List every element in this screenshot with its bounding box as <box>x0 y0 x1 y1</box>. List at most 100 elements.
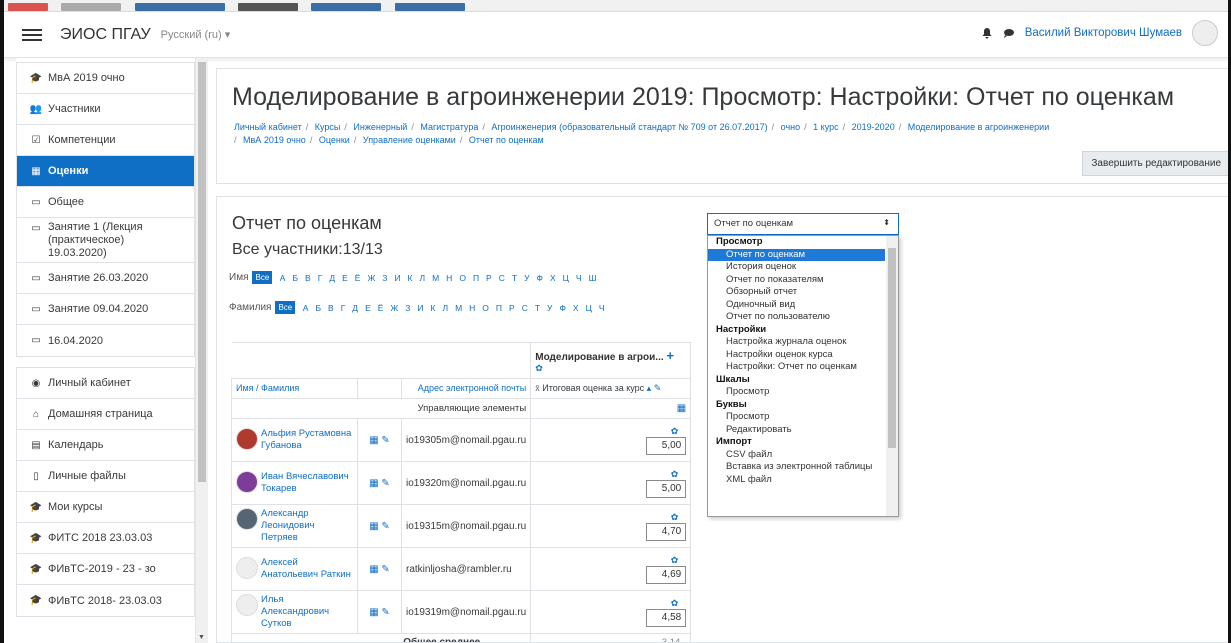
student-name-link[interactable]: Иван Вячеславович Токарев <box>236 471 353 495</box>
dropdown-option[interactable]: Обзорный отчет <box>708 286 885 299</box>
last-name-letter[interactable]: В <box>328 303 334 313</box>
sidebar-item-general[interactable]: ▭ Общее <box>17 187 194 218</box>
course-column-header[interactable]: Моделирование в агрои... <box>535 352 663 363</box>
sidebar-item-private-files[interactable]: ▯ Личные файлы <box>17 461 194 492</box>
bookmark-item[interactable] <box>134 3 225 11</box>
sidebar-item-home[interactable]: ⌂ Домашняя страница <box>17 399 194 430</box>
sidebar-item-my-courses[interactable]: 🎓 Мои курсы <box>17 492 194 523</box>
last-name-letter[interactable]: Ё <box>378 303 384 313</box>
bookmark-item[interactable] <box>61 3 122 11</box>
first-name-letter[interactable]: Е <box>342 273 348 283</box>
sidebar-item-course[interactable]: 🎓 МвА 2019 очно <box>17 63 194 94</box>
pencil-icon[interactable]: ✎ <box>381 607 389 618</box>
first-name-letter[interactable]: Ф <box>536 273 542 283</box>
language-selector[interactable]: Русский (ru) ▾ <box>161 28 231 41</box>
breadcrumb-item[interactable]: Инженерный <box>353 122 407 132</box>
sidebar-item-calendar[interactable]: ▤ Календарь <box>17 430 194 461</box>
student-name-link[interactable]: Алексей Анатольевич Раткин <box>236 557 353 581</box>
first-name-letter[interactable]: Б <box>292 273 298 283</box>
dropdown-option[interactable]: Вставка из электронной таблицы <box>708 461 885 474</box>
last-name-letter[interactable]: З <box>405 303 410 313</box>
last-name-letter[interactable]: Д <box>352 303 358 313</box>
last-name-letter[interactable]: С <box>522 303 528 313</box>
breadcrumb-item[interactable]: 1 курс <box>813 122 838 132</box>
filter-all-last[interactable]: Все <box>275 301 296 314</box>
grade-input[interactable]: 5,00 <box>646 479 687 498</box>
dropdown-option[interactable]: Настройки оценок курса <box>708 349 885 362</box>
first-name-letter[interactable]: У <box>524 273 529 283</box>
sidebar-item-competencies[interactable]: ☑ Компетенции <box>17 125 194 156</box>
dropdown-option[interactable]: Отчет по пользователю <box>708 311 885 324</box>
sidebar-item-dashboard[interactable]: ◉ Личный кабинет <box>17 368 194 399</box>
breadcrumb-item[interactable]: Магистратура <box>420 122 478 132</box>
report-navigation-select[interactable]: Отчет по оценкам ⬍ <box>707 213 899 235</box>
breadcrumb-item[interactable]: Управление оценками <box>363 135 456 145</box>
gear-icon[interactable]: ✿ <box>535 363 543 373</box>
last-name-letter[interactable]: У <box>547 303 552 313</box>
dropdown-option[interactable]: Отчет по оценкам <box>708 248 885 261</box>
dropdown-option[interactable]: CSV файл <box>708 449 885 462</box>
student-name-link[interactable]: Александр Леонидович Петряев <box>236 508 353 544</box>
sidebar-item-course-fivts-2019[interactable]: 🎓 ФИвТС-2019 - 23 - зо <box>17 554 194 585</box>
first-name-letter[interactable]: С <box>499 273 505 283</box>
last-name-letter[interactable]: Р <box>509 303 515 313</box>
chat-icon[interactable] <box>1003 27 1015 39</box>
first-name-letter[interactable]: О <box>459 273 466 283</box>
last-name-letter[interactable]: О <box>482 303 489 313</box>
sidebar-item-participants[interactable]: 👥 Участники <box>17 94 194 125</box>
breadcrumb-item[interactable]: Агроинженерия (образовательный стандарт … <box>491 122 767 132</box>
first-name-letter[interactable]: Р <box>486 273 492 283</box>
first-name-letter[interactable]: Г <box>318 273 323 283</box>
gear-icon[interactable]: ✿ <box>535 512 679 523</box>
last-name-letter[interactable]: Ч <box>599 303 605 313</box>
menu-toggle-icon[interactable] <box>22 28 42 41</box>
pencil-icon[interactable]: ✎ <box>381 478 389 489</box>
gear-icon[interactable]: ✿ <box>535 469 679 480</box>
dropdown-option[interactable]: Настройка журнала оценок <box>708 336 885 349</box>
last-name-letter[interactable]: Ф <box>559 303 565 313</box>
first-name-letter[interactable]: Д <box>329 273 335 283</box>
calculator-icon[interactable]: ▦ <box>677 403 686 414</box>
dropdown-option[interactable]: Редактировать <box>708 424 885 437</box>
breadcrumb-item[interactable]: очно <box>781 122 800 132</box>
first-name-letter[interactable]: М <box>432 273 439 283</box>
gear-icon[interactable]: ✿ <box>535 598 679 609</box>
first-name-letter[interactable]: К <box>408 273 413 283</box>
last-name-letter[interactable]: Х <box>573 303 579 313</box>
sidebar-item-16-04[interactable]: ▭ 16.04.2020 <box>17 325 194 356</box>
first-name-letter[interactable]: Ё <box>355 273 361 283</box>
dropdown-scrollbar[interactable] <box>886 236 898 516</box>
sidebar-item-course-fits[interactable]: 🎓 ФИТС 2018 23.03.03 <box>17 523 194 554</box>
grade-analysis-icon[interactable]: ▦ <box>369 564 378 575</box>
breadcrumb-item[interactable]: Курсы <box>315 122 341 132</box>
last-name-letter[interactable]: Т <box>535 303 540 313</box>
bookmark-item[interactable] <box>238 3 299 11</box>
sidebar-item-lesson-26-03[interactable]: ▭ Занятие 26.03.2020 <box>17 263 194 294</box>
grade-input[interactable]: 4,58 <box>646 608 687 627</box>
bookmark-item[interactable] <box>311 3 382 11</box>
grade-input[interactable]: 4,70 <box>646 522 687 541</box>
first-name-letter[interactable]: И <box>394 273 400 283</box>
scrollbar-thumb[interactable] <box>198 62 206 482</box>
first-name-letter[interactable]: Ц <box>563 273 569 283</box>
sidebar-item-course-fivts-2018[interactable]: 🎓 ФИвТС 2018- 23.03.03 <box>17 585 194 616</box>
dropdown-option[interactable]: Просмотр <box>708 386 885 399</box>
breadcrumb-item[interactable]: Отчет по оценкам <box>469 135 544 145</box>
user-avatar[interactable] <box>1192 20 1218 46</box>
pencil-icon[interactable]: ✎ <box>381 435 389 446</box>
first-name-letter[interactable]: З <box>382 273 387 283</box>
scroll-down-icon[interactable]: ▼ <box>198 634 205 641</box>
grade-input[interactable]: 5,00 <box>646 436 687 455</box>
last-name-letter[interactable]: И <box>417 303 423 313</box>
sidebar-item-lesson-09-04[interactable]: ▭ Занятие 09.04.2020 <box>17 294 194 325</box>
first-name-letter[interactable]: В <box>305 273 311 283</box>
grade-analysis-icon[interactable]: ▦ <box>369 607 378 618</box>
dropdown-option[interactable]: История оценок <box>708 261 885 274</box>
bookmark-item[interactable] <box>394 3 465 11</box>
dropdown-option[interactable]: Отчет по показателям <box>708 274 885 287</box>
dropdown-option[interactable]: Одиночный вид <box>708 299 885 312</box>
last-name-letter[interactable]: Ж <box>390 303 398 313</box>
filter-all-first[interactable]: Все <box>252 271 273 284</box>
site-brand[interactable]: ЭИОС ПГАУ <box>60 26 151 44</box>
sidebar-item-lesson-1[interactable]: ▭ Занятие 1 (Лекция (практическое) 19.03.… <box>17 218 194 263</box>
